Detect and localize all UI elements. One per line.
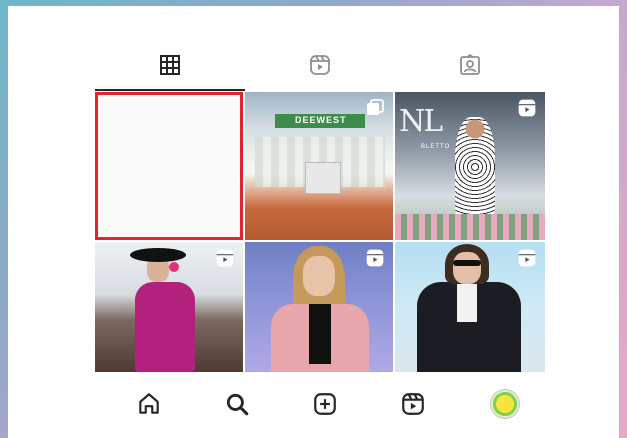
black-scarf: [457, 282, 477, 322]
home-icon: [139, 393, 159, 414]
app-frame: DEEWEST NL BLETTO: [8, 6, 619, 438]
pink-face: [303, 256, 335, 296]
reels-icon: [216, 249, 234, 267]
nav-search[interactable]: [219, 386, 255, 422]
reels-icon: [518, 99, 536, 117]
post-tile-magenta[interactable]: [95, 242, 243, 372]
pink-blouse: [309, 304, 331, 364]
expo-booth: [305, 162, 341, 194]
nav-create[interactable]: [307, 386, 343, 422]
tab-posts[interactable]: [95, 41, 245, 91]
nav-profile[interactable]: [487, 386, 523, 422]
grid-icon: [160, 55, 180, 75]
runway-model: [455, 117, 495, 217]
black-glasses: [453, 260, 481, 266]
bottom-nav: [95, 378, 545, 428]
plus-square-icon: [314, 393, 336, 415]
profile-tabs: [95, 41, 545, 91]
post-tile-black-coat[interactable]: [395, 242, 545, 372]
carousel-icon: [367, 99, 384, 115]
magenta-rose: [169, 262, 179, 272]
avatar: [490, 389, 520, 419]
post-tile-expo[interactable]: DEEWEST: [245, 92, 393, 240]
tab-reels[interactable]: [245, 41, 395, 89]
reels-icon: [366, 249, 384, 267]
reels-icon: [402, 393, 424, 415]
post-tile-pink[interactable]: [245, 242, 393, 372]
magenta-coat: [135, 282, 195, 372]
black-face: [453, 252, 481, 284]
nav-home[interactable]: [131, 386, 167, 422]
reels-icon: [518, 249, 536, 267]
posts-grid: DEEWEST NL BLETTO: [95, 92, 545, 372]
runway-logo-text: NL: [399, 104, 443, 139]
post-tile-selected[interactable]: [95, 92, 243, 240]
runway-flowers: [395, 214, 545, 240]
nav-reels[interactable]: [395, 386, 431, 422]
tagged-icon: [460, 54, 480, 75]
expo-banner-text: DEEWEST: [295, 115, 347, 125]
magenta-hat: [130, 248, 186, 262]
tab-tagged[interactable]: [395, 41, 545, 89]
reels-icon: [310, 55, 330, 75]
post-tile-runway[interactable]: NL BLETTO: [395, 92, 545, 240]
runway-small-text: BLETTO: [421, 144, 451, 150]
search-icon: [226, 393, 249, 416]
